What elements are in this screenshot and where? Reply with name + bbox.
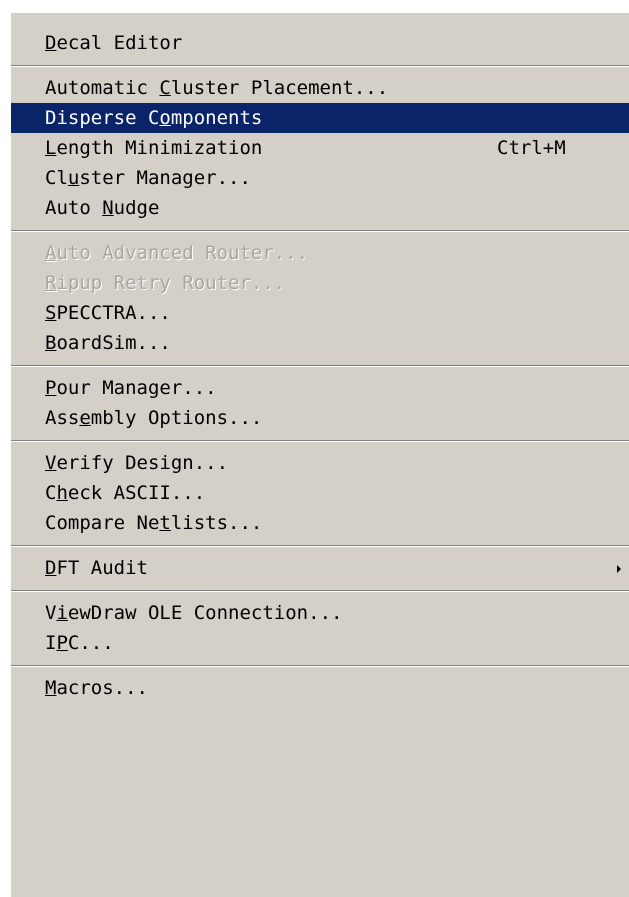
label-text: luster Placement... [170, 77, 389, 99]
menu-item-automatic-cluster-placement[interactable]: Automatic Cluster Placement... [11, 73, 629, 103]
menu-separator [11, 365, 629, 367]
label-text: erify Design... [56, 452, 229, 474]
label-text: V [45, 602, 57, 624]
access-key: M [45, 677, 57, 699]
label-text: oardSim... [56, 332, 171, 354]
menu-separator [11, 590, 629, 592]
menu-separator [11, 230, 629, 232]
menu-item-label: Auto Nudge [45, 197, 159, 219]
access-key: P [56, 632, 68, 654]
label-text: Automatic [45, 77, 160, 99]
access-key: D [45, 557, 57, 579]
menu-top-padding [11, 13, 629, 28]
access-key: t [159, 512, 171, 534]
label-text: ength Minimization [56, 137, 263, 159]
access-key: P [45, 377, 57, 399]
label-text: Ass [45, 407, 80, 429]
menu-item-cluster-manager[interactable]: Cluster Manager... [11, 163, 629, 193]
menu-item-pour-manager[interactable]: Pour Manager... [11, 373, 629, 403]
menu-item-verify-design[interactable]: Verify Design... [11, 448, 629, 478]
menu-item-label: SPECCTRA... [45, 302, 171, 324]
access-key: C [159, 77, 171, 99]
menu-item-length-minimization[interactable]: Length Minimization Ctrl+M [11, 133, 629, 163]
label-text: ipup Retry Router... [56, 272, 286, 294]
menu-item-label: Disperse Components [45, 107, 262, 129]
menu-item-specctra[interactable]: SPECCTRA... [11, 298, 629, 328]
label-text: C... [67, 632, 114, 654]
menu-items: Decal Editor Automatic Cluster Placement.… [11, 28, 629, 703]
menu-item-boardsim[interactable]: BoardSim... [11, 328, 629, 358]
menu-item-compare-netlists[interactable]: Compare Netlists... [11, 508, 629, 538]
access-key: S [45, 302, 57, 324]
access-key: u [67, 167, 80, 189]
menu-item-dft-audit[interactable]: DFT Audit [11, 553, 629, 583]
access-key: D [45, 32, 57, 54]
menu-item-macros[interactable]: Macros... [11, 673, 629, 703]
label-text: Disperse C [45, 107, 160, 129]
access-key: i [56, 602, 68, 624]
label-text: I [45, 632, 57, 654]
access-key: o [159, 107, 171, 129]
menu-item-decal-editor[interactable]: Decal Editor [11, 28, 629, 58]
menu-item-label: Auto Advanced Router... [45, 242, 308, 264]
label-text: FT Audit [56, 557, 148, 579]
menu-item-shortcut: Ctrl+M [497, 137, 566, 159]
menu-separator [11, 665, 629, 667]
access-key: h [56, 482, 68, 504]
menu-item-label: Pour Manager... [45, 377, 217, 399]
label-text: Auto [45, 197, 103, 219]
label-text: Compare Ne [45, 512, 160, 534]
menu-separator [11, 545, 629, 547]
menu-item-auto-nudge[interactable]: Auto Nudge [11, 193, 629, 223]
access-key: L [45, 137, 57, 159]
label-text: C [45, 482, 57, 504]
label-text: Cl [45, 167, 68, 189]
menu-item-ripup-retry-router: Ripup Retry Router... [11, 268, 629, 298]
label-text: acros... [56, 677, 148, 699]
label-text: eck ASCII... [67, 482, 206, 504]
label-text: ecal Editor [56, 32, 183, 54]
menu-item-disperse-components[interactable]: Disperse Components [11, 103, 629, 133]
menu-item-label: Cluster Manager... [45, 167, 251, 189]
menu-item-ipc[interactable]: IPC... [11, 628, 629, 658]
label-text: mponents [170, 107, 263, 129]
label-text: ewDraw OLE Connection... [67, 602, 343, 624]
access-key: B [45, 332, 57, 354]
menu-item-label: Decal Editor [45, 32, 182, 54]
menu-item-auto-advanced-router: Auto Advanced Router... [11, 238, 629, 268]
access-key: N [102, 197, 114, 219]
label-text: ster Manager... [79, 167, 251, 189]
menu-item-label: Ripup Retry Router... [45, 272, 285, 294]
submenu-arrow-icon [617, 565, 621, 573]
menu-item-viewdraw-ole-connection[interactable]: ViewDraw OLE Connection... [11, 598, 629, 628]
menu-item-label: Compare Netlists... [45, 512, 262, 534]
menu-item-label: Assembly Options... [45, 407, 262, 429]
label-text: udge [113, 197, 160, 219]
menu-item-label: DFT Audit [45, 557, 148, 579]
menu-separator [11, 65, 629, 67]
tools-menu: Decal Editor Automatic Cluster Placement.… [10, 12, 629, 897]
access-key: R [45, 272, 57, 294]
label-text: our Manager... [56, 377, 217, 399]
access-key: V [45, 452, 57, 474]
label-text: PECCTRA... [56, 302, 171, 324]
menu-item-label: BoardSim... [45, 332, 171, 354]
menu-item-label: Verify Design... [45, 452, 228, 474]
label-text: uto Advanced Router... [56, 242, 309, 264]
label-text: mbly Options... [90, 407, 263, 429]
menu-item-label: Automatic Cluster Placement... [45, 77, 388, 99]
label-text: lists... [170, 512, 263, 534]
menu-item-label: Macros... [45, 677, 148, 699]
menu-item-label: ViewDraw OLE Connection... [45, 602, 342, 624]
access-key: A [45, 242, 57, 264]
menu-item-assembly-options[interactable]: Assembly Options... [11, 403, 629, 433]
menu-item-label: Check ASCII... [45, 482, 205, 504]
menu-item-label: Length Minimization [45, 137, 262, 159]
menu-item-check-ascii[interactable]: Check ASCII... [11, 478, 629, 508]
access-key: e [79, 407, 91, 429]
menu-separator [11, 440, 629, 442]
menu-item-label: IPC... [45, 632, 114, 654]
